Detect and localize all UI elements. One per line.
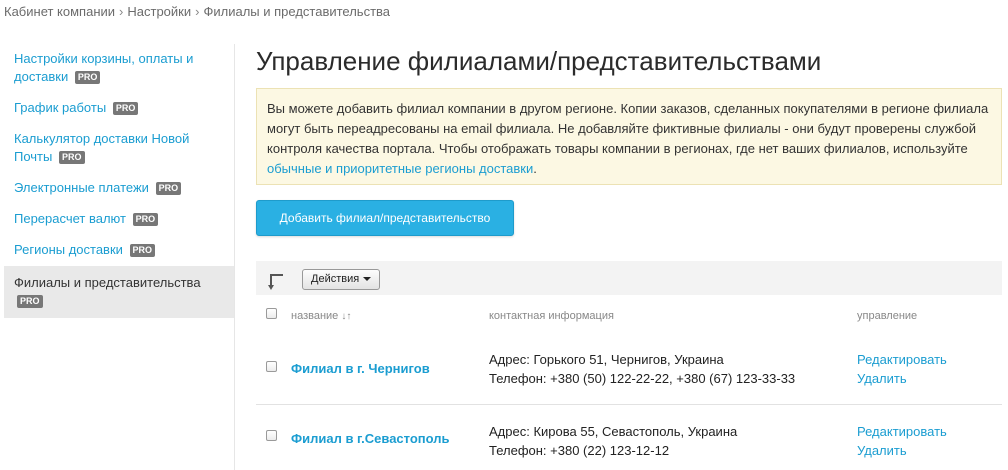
breadcrumb: Кабинет компании › Настройки › Филиалы и пре… — [4, 4, 390, 19]
address-text: Адрес: Горького 51, Чернигов, Украина — [489, 352, 724, 367]
info-notice: Вы можете добавить филиал компании в дру… — [256, 88, 1002, 185]
select-arrow-icon — [268, 274, 283, 290]
branch-name-link[interactable]: Филиал в г.Севастополь — [291, 431, 450, 446]
edit-link[interactable]: Редактировать — [857, 422, 947, 441]
page-title: Управление филиалами/представительствами — [256, 46, 822, 76]
phone-text: Телефон: +380 (22) 123-12-12 — [489, 443, 670, 458]
table-toolbar: Действия — [256, 261, 1002, 295]
breadcrumb-separator: › — [119, 4, 124, 19]
sidebar-item-payments[interactable]: Электронные платежи PRO — [4, 173, 234, 204]
sidebar-item-label: График работы — [14, 100, 107, 115]
sidebar-item-label: Настройки корзины, оплаты и доставки — [14, 51, 194, 84]
sidebar-item-cart-settings[interactable]: Настройки корзины, оплаты и доставки PRO — [4, 44, 234, 93]
row-checkbox[interactable] — [266, 361, 277, 372]
sidebar-item-label: Калькулятор доставки Новой Почты — [14, 131, 190, 164]
delivery-regions-link[interactable]: обычные и приоритетные регионы доставки — [267, 161, 533, 176]
breadcrumb-item-settings[interactable]: Настройки — [127, 4, 191, 19]
actions-dropdown-button[interactable]: Действия — [302, 269, 381, 290]
name-header-label: название — [291, 310, 339, 322]
delete-link[interactable]: Удалить — [857, 441, 947, 460]
address-text: Адрес: Кирова 55, Севастополь, Украина — [489, 424, 738, 439]
sidebar-item-schedule[interactable]: График работы PRO — [4, 93, 234, 124]
contact-column-header: контактная информация — [489, 310, 614, 322]
sidebar-item-label: Филиалы и представительства — [14, 275, 201, 290]
pro-badge: PRO — [155, 182, 182, 195]
sidebar-item-label: Перерасчет валют — [14, 211, 126, 226]
add-branch-button[interactable]: Добавить филиал/представительство — [256, 200, 514, 236]
branch-name-link[interactable]: Филиал в г. Чернигов — [291, 361, 430, 376]
delete-link[interactable]: Удалить — [857, 369, 947, 388]
row-actions: Редактировать Удалить — [857, 350, 947, 388]
sidebar-item-nova-poshta[interactable]: Калькулятор доставки Новой Почты PRO — [4, 124, 234, 173]
row-checkbox[interactable] — [266, 430, 277, 441]
pro-badge: PRO — [129, 244, 156, 257]
sidebar-item-currency[interactable]: Перерасчет валют PRO — [4, 204, 234, 235]
contact-info: Адрес: Горького 51, Чернигов, Украина Те… — [489, 350, 795, 388]
notice-text: Вы можете добавить филиал компании в дру… — [267, 101, 989, 156]
caret-down-icon — [363, 277, 372, 281]
actions-label: Действия — [311, 273, 360, 285]
sort-icon: ↓↑ — [341, 311, 352, 322]
sidebar-item-delivery-regions[interactable]: Регионы доставки PRO — [4, 235, 234, 266]
pro-badge: PRO — [132, 213, 159, 226]
pro-badge: PRO — [58, 151, 85, 164]
row-actions: Редактировать Удалить — [857, 422, 947, 460]
sidebar-item-label: Регионы доставки — [14, 242, 123, 257]
notice-suffix: . — [533, 161, 537, 176]
table-header: название ↓↑ контактная информация управл… — [256, 303, 1002, 329]
name-column-header[interactable]: название ↓↑ — [291, 310, 351, 322]
breadcrumb-separator: › — [195, 4, 200, 19]
select-all-checkbox[interactable] — [266, 308, 277, 319]
table-row: Филиал в г. Чернигов Адрес: Горького 51,… — [256, 330, 1002, 405]
manage-column-header: управление — [857, 310, 918, 322]
sidebar: Настройки корзины, оплаты и доставки PRO… — [4, 44, 235, 470]
sidebar-item-label: Электронные платежи — [14, 180, 149, 195]
pro-badge: PRO — [112, 102, 139, 115]
pro-badge: PRO — [17, 295, 43, 308]
breadcrumb-item-current: Филиалы и представительства — [203, 4, 391, 19]
contact-info: Адрес: Кирова 55, Севастополь, Украина Т… — [489, 422, 737, 460]
sidebar-item-branches[interactable]: Филиалы и представительства PRO — [4, 266, 234, 318]
edit-link[interactable]: Редактировать — [857, 350, 947, 369]
breadcrumb-item-cabinet[interactable]: Кабинет компании — [4, 4, 115, 19]
pro-badge: PRO — [74, 71, 101, 84]
main-content: Управление филиалами/представительствами… — [256, 44, 1002, 458]
table-row: Филиал в г.Севастополь Адрес: Кирова 55,… — [256, 406, 1002, 470]
phone-text: Телефон: +380 (50) 122-22-22, +380 (67) … — [489, 371, 796, 386]
